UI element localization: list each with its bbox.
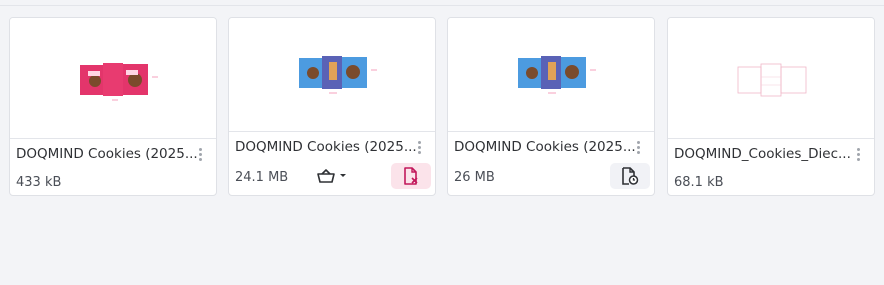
more-options-icon[interactable]	[634, 140, 644, 156]
blue-box-preview	[518, 56, 596, 94]
dieline-preview	[737, 63, 807, 97]
remove-file-button[interactable]	[391, 163, 431, 189]
pink-box-preview	[80, 63, 158, 101]
file-card[interactable]: DOQMIND Cookies (2025... 26 MB	[447, 17, 655, 196]
chevron-down-icon	[340, 174, 346, 177]
file-title[interactable]: DOQMIND Cookies (2025...	[454, 139, 636, 155]
file-card[interactable]: DOQMIND Cookies (2025... 24.1 MB	[228, 17, 436, 196]
file-title[interactable]: DOQMIND_Cookies_Diec...	[674, 146, 851, 162]
divider	[0, 5, 884, 6]
file-thumbnail[interactable]	[448, 18, 654, 132]
file-title[interactable]: DOQMIND Cookies (2025...	[235, 139, 417, 155]
more-options-icon[interactable]	[196, 147, 206, 163]
more-options-icon[interactable]	[854, 147, 864, 163]
file-card[interactable]: DOQMIND_Cookies_Diec... 68.1 kB	[667, 17, 875, 196]
file-card[interactable]: DOQMIND Cookies (2025... 433 kB	[9, 17, 217, 196]
file-clock-icon	[622, 167, 639, 185]
basket-icon	[317, 169, 335, 183]
file-size: 68.1 kB	[674, 175, 724, 190]
remove-file-icon	[404, 167, 418, 185]
file-thumbnail[interactable]	[229, 18, 435, 132]
file-thumbnail[interactable]	[668, 18, 874, 139]
file-title[interactable]: DOQMIND Cookies (2025...	[16, 146, 198, 162]
file-size: 433 kB	[16, 175, 62, 190]
blue-box-preview	[299, 56, 377, 94]
more-options-icon[interactable]	[415, 140, 425, 156]
basket-dropdown[interactable]	[317, 169, 347, 183]
file-thumbnail[interactable]	[10, 18, 216, 139]
file-size: 24.1 MB	[235, 170, 289, 185]
file-history-button[interactable]	[610, 163, 650, 189]
file-size: 26 MB	[454, 170, 495, 185]
